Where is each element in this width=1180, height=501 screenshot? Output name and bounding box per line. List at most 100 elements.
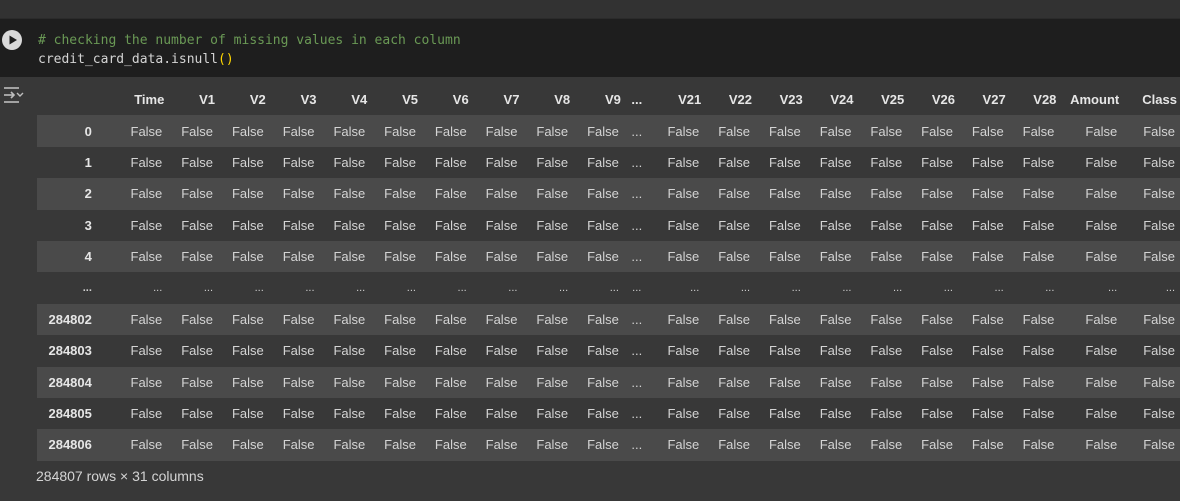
table-cell: ... <box>457 282 467 295</box>
table-cell: False <box>971 374 1004 390</box>
table-cell: False <box>231 406 264 422</box>
table-cell: False <box>181 217 214 233</box>
column-header: V23 <box>779 92 803 108</box>
code-editor[interactable]: # checking the number of missing values … <box>38 31 461 69</box>
table-cell: False <box>718 437 751 453</box>
table-cell: False <box>870 374 903 390</box>
table-cell: False <box>130 311 163 327</box>
table-cell: False <box>485 123 518 139</box>
table-cell: False <box>667 406 700 422</box>
table-cell: False <box>1143 311 1175 327</box>
table-cell: False <box>768 154 801 170</box>
table-cell: False <box>181 186 214 202</box>
table-cell: False <box>971 123 1004 139</box>
row-index: ... <box>82 282 92 295</box>
table-cell: False <box>718 217 751 233</box>
code-line: credit_card_data.isnull() <box>38 52 234 67</box>
table-cell: False <box>718 374 751 390</box>
table-cell: False <box>768 374 801 390</box>
table-cell: False <box>333 249 366 265</box>
table-cell: False <box>1022 217 1055 233</box>
run-cell-button[interactable] <box>2 30 22 50</box>
table-cell: False <box>768 249 801 265</box>
table-cell: ... <box>609 282 619 295</box>
table-cell: ... <box>690 282 700 295</box>
table-cell: False <box>434 249 467 265</box>
table-cell: False <box>870 217 903 233</box>
table-cell: False <box>231 374 264 390</box>
table-cell: False <box>536 374 569 390</box>
table-header-row: Time V1 V2 V3 V4 V5 V6 V7 V8 V9... V21 V22 V23 V24 V25… <box>37 84 1180 115</box>
table-cell: False <box>819 374 852 390</box>
table-cell: ... <box>632 282 642 295</box>
table-cell: False <box>1022 374 1055 390</box>
table-cell: False <box>130 217 163 233</box>
table-cell: False <box>384 217 416 233</box>
table-cell: False <box>819 123 852 139</box>
table-cell: False <box>333 123 366 139</box>
table-cell: False <box>870 437 903 453</box>
table-cell: False <box>536 311 569 327</box>
table-cell: ... <box>791 282 801 295</box>
table-cell: ... <box>631 123 643 139</box>
column-header: V21 <box>678 92 702 108</box>
table-cell: False <box>434 374 467 390</box>
column-header: V4 <box>351 92 368 108</box>
table-cell: False <box>971 249 1004 265</box>
table-cell: False <box>434 437 467 453</box>
table-cell: False <box>587 186 619 202</box>
table-cell: ... <box>305 282 315 295</box>
table-cell: False <box>485 343 518 359</box>
table-cell: False <box>1085 374 1118 390</box>
table-cell: False <box>1143 186 1175 202</box>
output-toggle-button[interactable] <box>2 86 24 104</box>
table-cell: False <box>485 437 518 453</box>
table-cell: False <box>282 406 315 422</box>
table-cell: False <box>282 217 315 233</box>
table-row: 4 False False False False False False False Fals… <box>37 240 1180 273</box>
table-cell: False <box>231 343 264 359</box>
table-cell: False <box>870 123 903 139</box>
table-cell: ... <box>740 282 751 295</box>
table-cell: False <box>434 217 467 233</box>
table-row: 284803 False False False False False False Fals… <box>37 335 1180 367</box>
table-cell: False <box>819 249 852 265</box>
table-cell: False <box>231 249 264 265</box>
table-cell: False <box>819 311 852 327</box>
table-cell: False <box>971 217 1004 233</box>
table-cell: False <box>434 154 467 170</box>
code-cell[interactable]: # checking the number of missing values … <box>0 19 1180 77</box>
table-cell: ... <box>631 437 643 453</box>
table-cell: False <box>921 186 953 202</box>
table-cell: False <box>384 154 416 170</box>
table-cell: False <box>667 343 700 359</box>
table-cell: False <box>870 249 903 265</box>
table-cell: False <box>1022 437 1055 453</box>
table-cell: False <box>1143 343 1175 359</box>
table-cell: ... <box>254 282 264 295</box>
table-cell: False <box>1085 217 1118 233</box>
table-cell: ... <box>406 282 416 295</box>
table-cell: False <box>667 249 700 265</box>
table-cell: ... <box>631 217 643 233</box>
code-comment: # checking the number of missing values … <box>38 33 461 48</box>
table-cell: False <box>667 186 700 202</box>
table-cell: ... <box>153 282 163 295</box>
table-cell: False <box>181 343 214 359</box>
table-cell: False <box>1143 374 1175 390</box>
table-cell: False <box>384 311 416 327</box>
table-cell: False <box>231 186 264 202</box>
table-cell: False <box>587 437 619 453</box>
table-cell: False <box>768 186 801 202</box>
table-cell: False <box>718 249 751 265</box>
table-cell: False <box>181 406 214 422</box>
table-cell: False <box>667 217 700 233</box>
table-cell: False <box>384 186 416 202</box>
play-circle-icon <box>9 35 17 45</box>
table-cell: False <box>434 343 467 359</box>
table-cell: False <box>1022 123 1055 139</box>
table-cell: False <box>870 311 903 327</box>
table-cell: False <box>282 437 315 453</box>
table-cell: False <box>231 154 264 170</box>
table-cell: False <box>1022 186 1055 202</box>
